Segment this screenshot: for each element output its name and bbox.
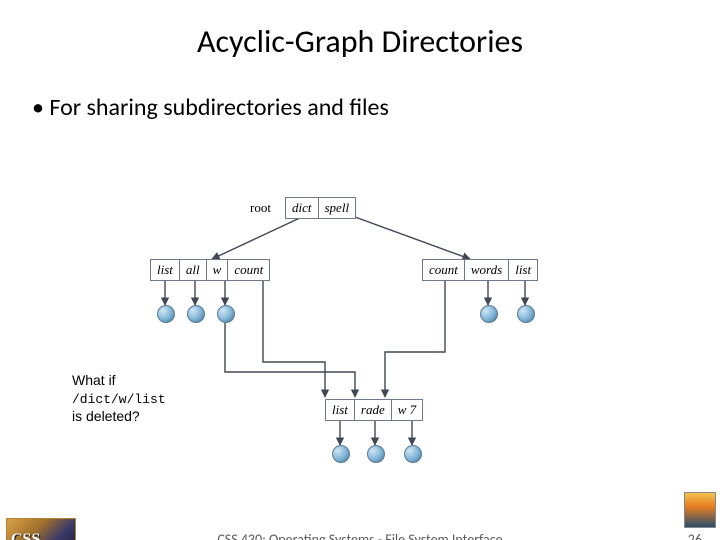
slide-title: Acyclic-Graph Directories bbox=[0, 22, 720, 61]
leaf-icon bbox=[517, 305, 535, 323]
cell-dict: dict bbox=[286, 198, 319, 218]
top-dir-box: dict spell bbox=[285, 197, 356, 219]
leaf-icon bbox=[217, 305, 235, 323]
graph-edges bbox=[150, 197, 580, 477]
footer-text: CSS 430: Operating Systems - File System… bbox=[0, 531, 720, 540]
cell-words: words bbox=[465, 260, 509, 280]
leaf-icon bbox=[157, 305, 175, 323]
callout-line3: is deleted? bbox=[72, 408, 140, 424]
cell-w7: w 7 bbox=[392, 400, 422, 420]
cell-list: list bbox=[151, 260, 180, 280]
leaf-icon bbox=[480, 305, 498, 323]
cell-spell: spell bbox=[319, 198, 356, 218]
callout-question: What if /dict/w/list is deleted? bbox=[72, 372, 166, 425]
cell-list3: list bbox=[326, 400, 355, 420]
leaf-icon bbox=[187, 305, 205, 323]
leaf-icon bbox=[404, 445, 422, 463]
cell-w: w bbox=[207, 260, 229, 280]
directory-diagram: root dict spell list all w count count w… bbox=[150, 197, 580, 477]
root-label: root bbox=[250, 200, 271, 216]
cell-list2: list bbox=[509, 260, 537, 280]
bottom-box: list rade w 7 bbox=[325, 399, 423, 421]
cell-rade: rade bbox=[355, 400, 392, 420]
callout-path: /dict/w/list bbox=[72, 392, 166, 407]
page-number: 26 bbox=[688, 531, 702, 540]
bullet-line: For sharing subdirectories and files bbox=[32, 93, 720, 122]
callout-line1: What if bbox=[72, 372, 116, 388]
cell-all: all bbox=[180, 260, 207, 280]
leaf-icon bbox=[367, 445, 385, 463]
cell-count2: count bbox=[423, 260, 465, 280]
mid-left-box: list all w count bbox=[150, 259, 270, 281]
mid-right-box: count words list bbox=[422, 259, 538, 281]
leaf-icon bbox=[332, 445, 350, 463]
cell-count: count bbox=[228, 260, 269, 280]
book-icon bbox=[684, 492, 716, 528]
